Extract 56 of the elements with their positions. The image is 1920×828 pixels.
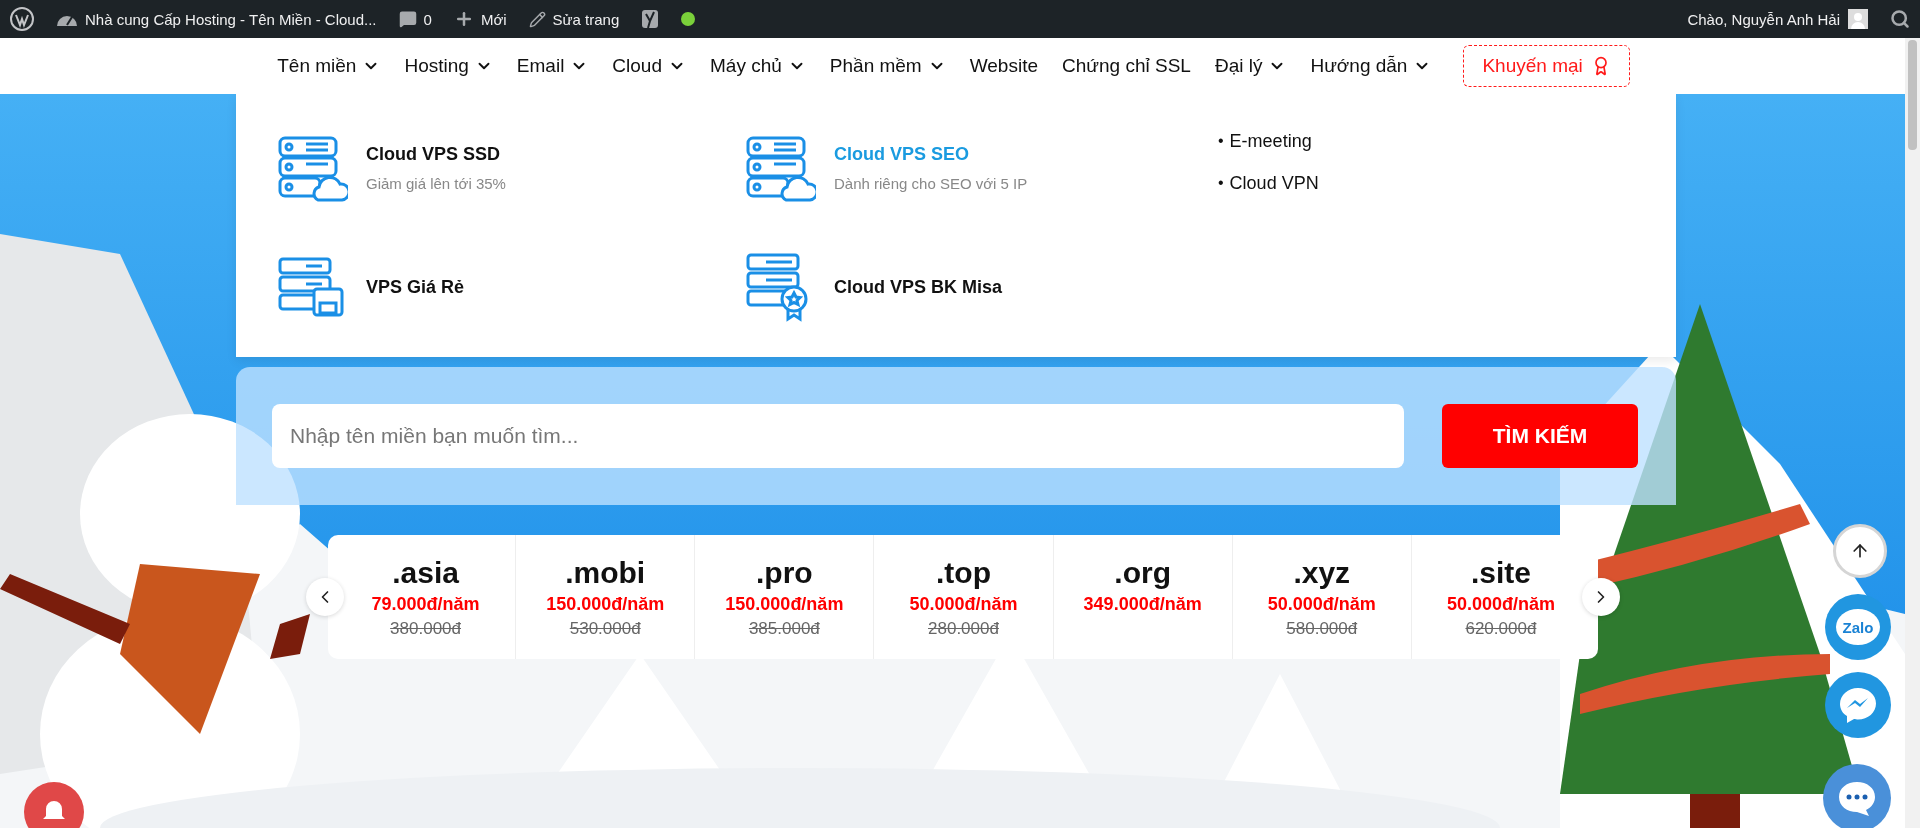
nav-menu-item[interactable]: Tên miền [265,55,393,77]
status-dot-icon [681,12,696,26]
chat-bubble-icon [1836,780,1878,816]
domain-extension: .asia [392,555,459,590]
domain-extension: .xyz [1293,555,1351,590]
domain-price: 50.000đ/năm [1446,593,1555,615]
domain-extension: .site [1470,555,1531,590]
nav-menu-item[interactable]: Hosting [392,55,505,77]
wordpress-logo-icon[interactable] [10,7,34,31]
nav-menu-item[interactable]: Hướng dẫn [1298,55,1444,77]
comment-icon [398,10,417,28]
pencil-icon [528,10,546,28]
bullet-mark: • [1218,173,1224,193]
menu-link[interactable]: E-meeting [1229,130,1312,152]
product-title-link[interactable]: VPS Giá Rẻ [366,276,465,298]
nav-menu-item[interactable]: Phần mềm [817,55,958,77]
domain-search-field[interactable]: Nhập tên miền bạn muốn tìm... [272,404,1404,468]
domain-price: 150.000đ/năm [725,593,844,615]
old-price: 580.000đ [1286,618,1358,639]
product-subtitle: Giảm giá lên tới 35% [366,174,506,192]
messenger-icon [1838,686,1878,724]
comments-link[interactable]: 0 [398,10,432,28]
nav-menu-item[interactable]: Website [957,55,1050,77]
product-title-link[interactable]: Cloud VPS BK Misa [834,276,1003,298]
nav-menu-item[interactable]: Đại lý [1202,55,1299,77]
site-title-link[interactable]: Nhà cung Cấp Hosting - Tên Miền - Cloud... [56,10,377,28]
product-title-link[interactable]: Cloud VPS SSD [366,143,506,165]
scrollbar-thumb[interactable] [1908,40,1917,150]
search-button[interactable]: TÌM KIẾM [1442,404,1638,468]
new-link[interactable]: Mới [453,9,507,29]
menu-link[interactable]: Cloud VPN [1229,172,1319,194]
edit-page-link[interactable]: Sửa trang [528,10,620,28]
seo-plugin-icon[interactable] [641,8,660,30]
domain-price: 349.000đ/năm [1083,593,1202,615]
nav-menu-item[interactable]: Cloud [600,55,698,77]
domain-price: 150.000đ/năm [546,593,665,615]
old-price: 620.000đ [1465,618,1537,639]
domain-extension: .pro [756,555,813,590]
nav-menu-item[interactable]: Máy chủ [698,55,818,77]
domain-extension: .mobi [565,555,646,590]
search-icon[interactable] [1890,9,1910,29]
bullet-mark: • [1218,131,1224,151]
promo-link[interactable]: Khuyến mại [1463,45,1630,87]
old-price: 280.000đ [928,618,999,639]
domain-price: 79.000đ/năm [371,593,480,615]
old-price: 385.000đ [748,618,820,639]
domain-price: 50.000đ/năm [1267,593,1376,615]
domain-price: 50.000đ/năm [909,593,1018,615]
old-price: 530.000đ [569,618,641,639]
nav-menu-item[interactable]: Email [504,55,601,77]
domain-extension: .top [936,555,991,590]
domain-extension: .org [1114,555,1171,590]
nav-menu-item[interactable]: Chứng chỉ SSL [1050,55,1203,77]
product-subtitle: Dành riêng cho SEO với 5 IP [834,174,1028,192]
greeting-text[interactable]: Chào, Nguyễn Anh Hải [1687,10,1840,28]
old-price: 380.000đ [390,618,461,639]
